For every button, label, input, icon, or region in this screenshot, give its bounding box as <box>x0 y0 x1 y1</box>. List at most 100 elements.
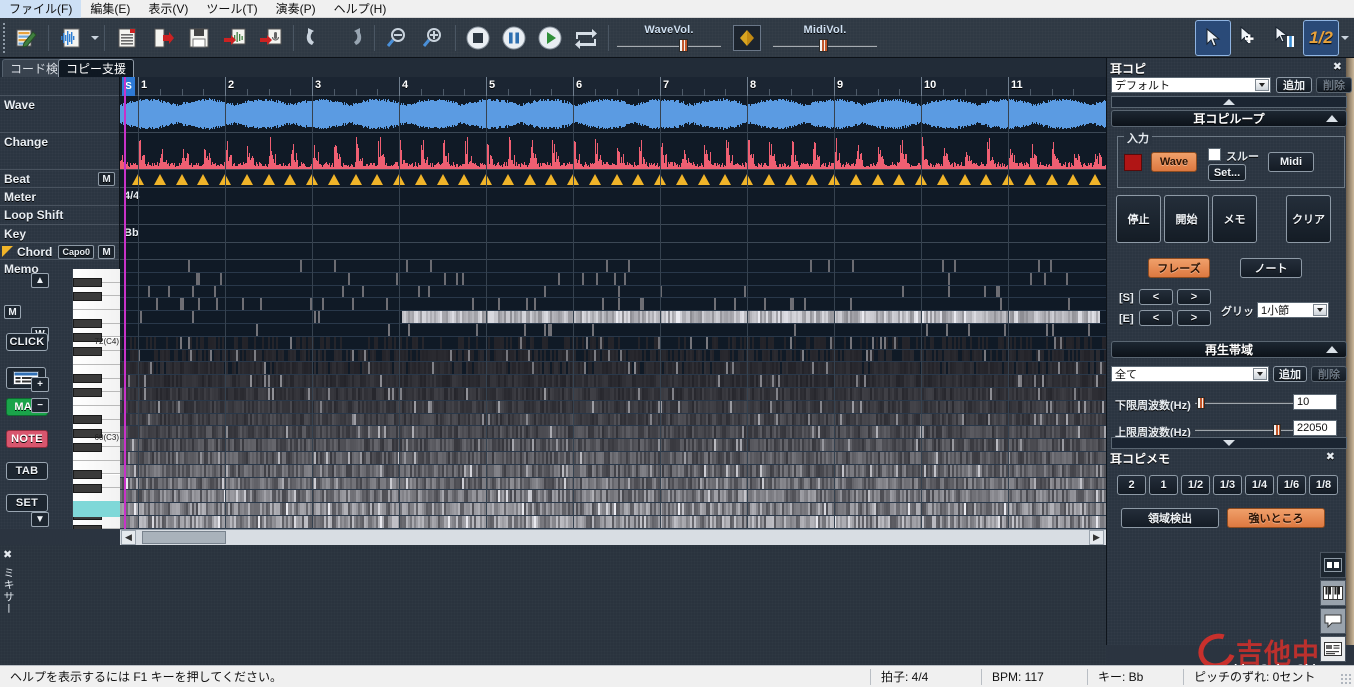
beat-marker[interactable] <box>850 174 862 185</box>
select-tool-icon[interactable] <box>1196 21 1230 55</box>
menu-item-play[interactable]: 演奏(P) <box>267 0 325 19</box>
open-wave-icon[interactable] <box>54 21 88 55</box>
wave-lane[interactable] <box>120 96 1106 133</box>
menu-item-view[interactable]: 表示(V) <box>139 0 197 19</box>
pan-icon[interactable] <box>733 25 761 51</box>
track-label-key[interactable]: Key <box>0 225 119 243</box>
beat-marker[interactable] <box>545 174 557 185</box>
beat-marker[interactable] <box>1067 174 1079 185</box>
piano-black-key[interactable] <box>73 443 102 452</box>
menu-item-file[interactable]: ファイル(F) <box>0 0 81 19</box>
beat-marker[interactable] <box>241 174 253 185</box>
menu-item-help[interactable]: ヘルプ(H) <box>325 0 396 19</box>
beat-marker[interactable] <box>719 174 731 185</box>
beat-marker[interactable] <box>176 174 188 185</box>
zoom-out-vert-button[interactable]: − <box>31 398 49 413</box>
beat-marker[interactable] <box>437 174 449 185</box>
note-button[interactable]: NOTE <box>6 430 48 448</box>
beat-marker[interactable] <box>415 174 427 185</box>
piano-keyboard[interactable]: 72(C4) 60(C3) <box>72 269 120 529</box>
piano-black-key[interactable] <box>73 484 102 493</box>
beat-marker[interactable] <box>785 174 797 185</box>
piano-black-key[interactable] <box>73 388 102 397</box>
piano-black-key[interactable] <box>73 525 102 529</box>
timeline-ruler[interactable]: S 1 2 3 4 5 6 7 8 9 10 11 <box>120 77 1106 96</box>
loop-shift-lane[interactable] <box>120 206 1106 225</box>
new-score-icon[interactable] <box>9 21 43 55</box>
key-lane[interactable]: Bb <box>120 225 1106 243</box>
undo-icon[interactable] <box>299 21 333 55</box>
beat-marker[interactable] <box>1046 174 1058 185</box>
beat-marker[interactable] <box>632 174 644 185</box>
piano-black-key[interactable] <box>73 333 102 342</box>
piano-black-key[interactable] <box>73 278 102 287</box>
piano-selected-range[interactable] <box>73 501 120 517</box>
midi-volume-knob[interactable] <box>819 39 828 52</box>
click-button[interactable]: CLICK <box>6 333 48 351</box>
tab-copy-assist[interactable]: コピー支援 <box>58 59 134 77</box>
beat-marker[interactable] <box>524 174 536 185</box>
capo-button[interactable]: Capo0 <box>58 245 94 259</box>
piano-black-key[interactable] <box>73 319 102 328</box>
beat-marker[interactable] <box>893 174 905 185</box>
beat-marker[interactable] <box>1089 174 1101 185</box>
grid-ratio-icon[interactable]: 1/2 <box>1304 21 1338 55</box>
midi-volume-slider[interactable] <box>773 39 877 52</box>
menu-item-edit[interactable]: 編集(E) <box>81 0 139 19</box>
open-dropdown-caret[interactable] <box>89 21 100 55</box>
import-mic-icon[interactable] <box>254 21 288 55</box>
track-label-loop-shift[interactable]: Loop Shift <box>0 206 119 225</box>
beat-marker[interactable] <box>589 174 601 185</box>
beat-marker[interactable] <box>154 174 166 185</box>
beat-lane[interactable] <box>120 170 1106 188</box>
chord-lane[interactable] <box>120 243 1106 260</box>
loop-icon[interactable] <box>569 21 603 55</box>
piano-black-key[interactable] <box>73 347 102 356</box>
beat-marker[interactable] <box>611 174 623 185</box>
beat-marker[interactable] <box>284 174 296 185</box>
chord-mute-button[interactable]: M <box>98 245 115 259</box>
score-list-icon[interactable] <box>110 21 144 55</box>
piano-black-key[interactable] <box>73 415 102 424</box>
beat-marker[interactable] <box>676 174 688 185</box>
beat-marker[interactable] <box>1024 174 1036 185</box>
save-icon[interactable] <box>182 21 216 55</box>
zoom-in-icon[interactable] <box>416 21 450 55</box>
toolbar-grip[interactable] <box>1 21 8 55</box>
beat-marker[interactable] <box>371 174 383 185</box>
pause-icon[interactable] <box>497 21 531 55</box>
beat-marker[interactable] <box>502 174 514 185</box>
grid-ratio-caret[interactable] <box>1339 21 1350 55</box>
beat-marker[interactable] <box>806 174 818 185</box>
zoom-in-vert-button[interactable]: + <box>31 377 49 392</box>
beat-marker[interactable] <box>458 174 470 185</box>
piano-black-key[interactable] <box>73 292 102 301</box>
beat-marker[interactable] <box>263 174 275 185</box>
beat-marker[interactable] <box>197 174 209 185</box>
beat-marker[interactable] <box>698 174 710 185</box>
stop-icon[interactable] <box>461 21 495 55</box>
zoom-out-icon[interactable] <box>380 21 414 55</box>
piano-black-key[interactable] <box>73 429 102 438</box>
wave-volume-knob[interactable] <box>679 39 688 52</box>
beat-marker[interactable] <box>937 174 949 185</box>
beat-marker[interactable] <box>328 174 340 185</box>
spectrogram-view[interactable] <box>120 260 1106 529</box>
menu-item-tools[interactable]: ツール(T) <box>197 0 266 19</box>
piano-black-key[interactable] <box>73 374 102 383</box>
track-label-beat[interactable]: Beat M <box>0 170 119 188</box>
erase-tool-icon[interactable] <box>1268 21 1302 55</box>
track-label-chord[interactable]: Chord Capo0 M <box>0 243 119 260</box>
beat-marker[interactable] <box>980 174 992 185</box>
track-label-change[interactable]: Change <box>0 133 119 170</box>
track-label-wave[interactable]: Wave <box>0 96 119 133</box>
import-wave-icon[interactable] <box>218 21 252 55</box>
add-note-tool-icon[interactable] <box>1232 21 1266 55</box>
export-icon[interactable] <box>146 21 180 55</box>
tab-button[interactable]: TAB <box>6 462 48 480</box>
beat-marker[interactable] <box>350 174 362 185</box>
scroll-up-button[interactable]: ▲ <box>31 273 49 288</box>
beat-marker[interactable] <box>763 174 775 185</box>
track-label-meter[interactable]: Meter <box>0 188 119 206</box>
beat-marker[interactable] <box>872 174 884 185</box>
